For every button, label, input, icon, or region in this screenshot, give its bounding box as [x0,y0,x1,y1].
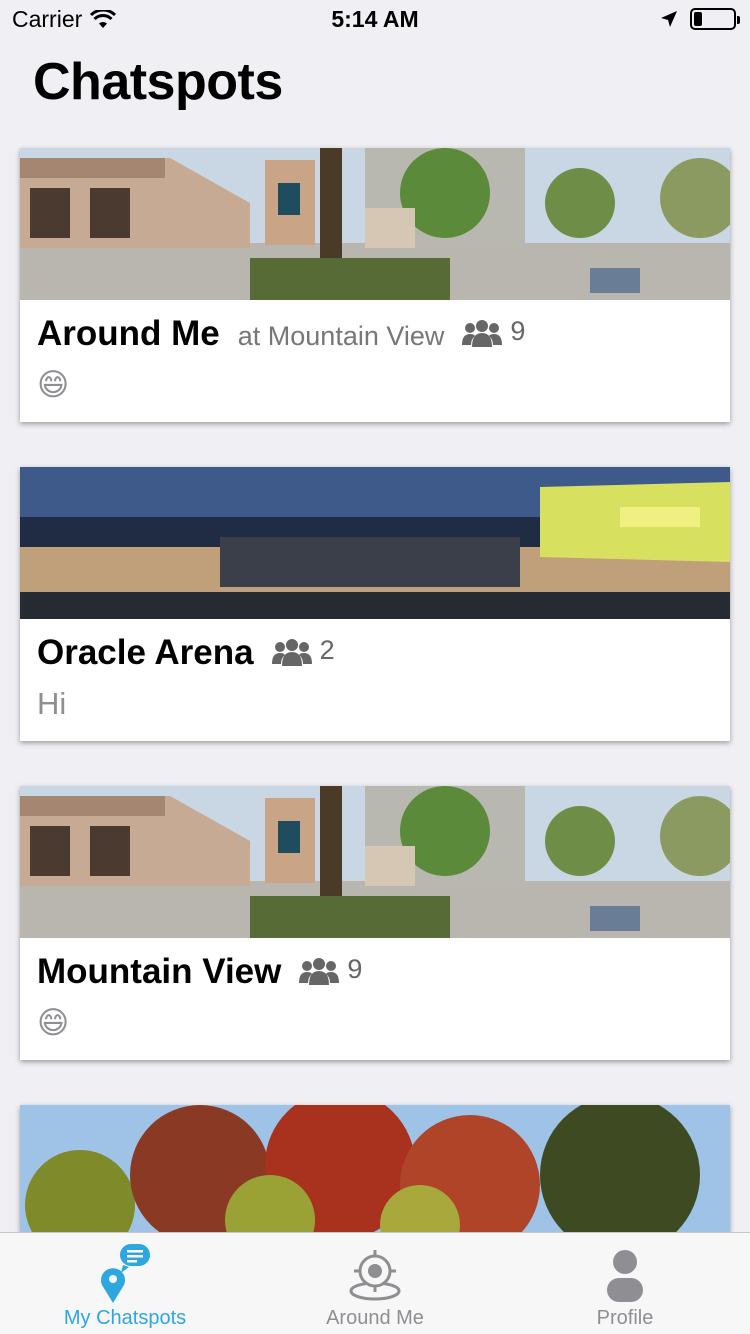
status-bar: Carrier 5:14 AM [0,0,750,40]
group-icon [462,320,503,347]
chatspot-last-message: 😄 [37,1005,70,1040]
chatspot-title: Around Me [37,314,220,353]
location-target-icon [349,1250,401,1301]
tab-my-chatspots[interactable]: My Chatspots [0,1233,250,1334]
chatspot-card-mountain-view[interactable]: Mountain View 9 😄 [20,786,730,1060]
chatspot-title: Oracle Arena [37,633,254,672]
status-time: 5:14 AM [331,6,419,32]
tab-label: Around Me [326,1307,424,1329]
tab-around-me[interactable]: Around Me [250,1233,500,1334]
tab-label: Profile [596,1307,654,1329]
member-count: 2 [271,634,335,666]
chatspot-subtitle: at Mountain View [237,321,445,351]
location-arrow-icon [661,11,677,27]
member-count-value: 9 [347,953,363,984]
chatspot-image [20,1105,730,1232]
chatspot-image [20,467,730,619]
chatspot-card-partial[interactable] [20,1105,730,1232]
member-count-value: 2 [319,634,335,665]
member-count: 9 [462,316,525,347]
group-icon [271,639,312,666]
member-count: 9 [299,954,362,985]
tab-profile[interactable]: Profile [500,1233,750,1334]
tab-label: My Chatspots [63,1307,187,1329]
chatspot-card-around-me[interactable]: Around Me at Mountain View 9 😄 [20,148,730,422]
chat-pin-icon [101,1243,152,1303]
page-title: Chatspots [33,53,283,111]
chatspot-last-message: 😄 [37,367,70,402]
chatspot-card-oracle-arena[interactable]: Oracle Arena 2 Hi [20,467,730,741]
chatspot-last-message: Hi [37,686,67,721]
member-count-value: 9 [510,315,526,346]
person-icon [607,1250,643,1302]
status-right [660,8,740,30]
chatspot-image [20,786,730,938]
chatspot-title: Mountain View [37,952,282,991]
battery-icon [690,8,740,30]
group-icon [299,958,340,985]
tab-bar: My Chatspots Around Me Profile [0,1232,750,1334]
chatspot-image [20,148,730,300]
